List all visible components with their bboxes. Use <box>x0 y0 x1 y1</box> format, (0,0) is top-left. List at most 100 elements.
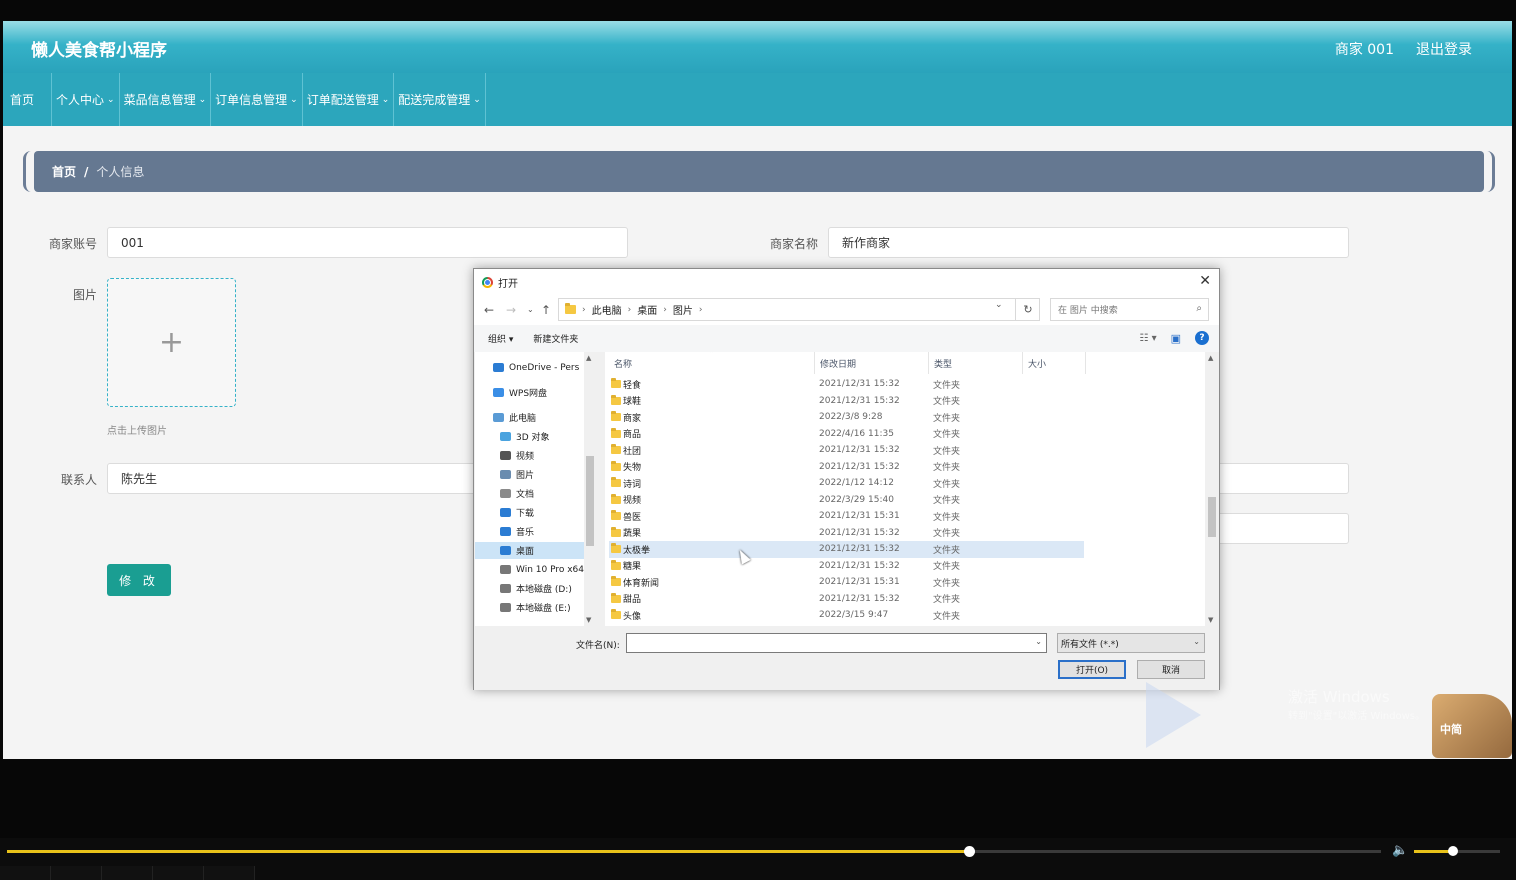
nav-item-label: 首页 <box>10 93 35 107</box>
edit-button[interactable]: 修 改 <box>107 564 171 596</box>
volume-slider[interactable] <box>1414 846 1500 856</box>
new-folder-button[interactable]: 新建文件夹 <box>533 332 578 345</box>
logout-link[interactable]: 退出登录 <box>1416 39 1472 59</box>
nav-pane-item[interactable]: 音乐 <box>475 523 584 540</box>
file-row[interactable]: 社团 2021/12/31 15:32 文件夹 <box>609 442 1084 459</box>
nav-item[interactable]: 配送完成管理 ⌄ <box>394 73 486 126</box>
nav-pane-label: 视频 <box>516 452 535 462</box>
column-type[interactable]: 类型 <box>934 352 952 374</box>
forward-arrow-icon[interactable]: → <box>506 303 516 317</box>
progress-handle[interactable] <box>963 846 975 857</box>
address-crumb[interactable]: 桌面 <box>637 302 657 317</box>
nav-item[interactable]: 个人中心 ⌄ <box>52 73 120 126</box>
folder-icon <box>611 460 621 471</box>
file-type: 文件夹 <box>933 496 961 507</box>
file-type: 文件夹 <box>933 595 961 606</box>
contact-label: 联系人 <box>60 473 97 487</box>
extra-field[interactable] <box>1213 513 1349 544</box>
address-dropdown-icon[interactable]: ⌄ <box>995 300 1003 310</box>
nav-pane-item[interactable]: WPS网盘 <box>475 384 584 401</box>
address-crumb[interactable]: 图片 <box>673 302 693 317</box>
refresh-icon[interactable]: ↻ <box>1015 298 1040 321</box>
nav-pane-item[interactable]: 下载 <box>475 504 584 521</box>
search-input[interactable]: 在 图片 中搜索 ⌕ <box>1050 298 1209 321</box>
organize-menu[interactable]: 组织 ▾ <box>488 332 513 345</box>
filename-input[interactable]: ⌄ <box>626 633 1047 653</box>
column-name[interactable]: 名称 <box>614 352 632 374</box>
dialog-toolbar: 组织 ▾ 新建文件夹 ☷ ▾ ▣ ? <box>474 325 1219 352</box>
folder-icon <box>611 559 621 570</box>
column-date[interactable]: 修改日期 <box>820 352 856 374</box>
shop-name-field[interactable]: 新作商家 <box>828 227 1349 258</box>
chevron-down-icon[interactable]: ⌄ <box>1035 637 1042 646</box>
address-bar[interactable]: › 此电脑 › 桌面 › 图片 › <box>558 298 1040 321</box>
file-name: 商品 <box>623 430 642 441</box>
file-row[interactable]: 太极拳 2021/12/31 15:32 文件夹 <box>609 541 1084 558</box>
progress-bar[interactable] <box>7 846 1381 857</box>
file-row[interactable]: 轻食 2021/12/31 15:32 文件夹 <box>609 376 1084 393</box>
volume-icon[interactable]: 🔈 <box>1392 843 1408 858</box>
file-date: 2021/12/31 15:31 <box>819 577 900 588</box>
nav-pane-item[interactable]: Win 10 Pro x64 <box>475 561 584 578</box>
nav-pane-item[interactable]: 本地磁盘 (E:) <box>475 599 584 616</box>
image-upload[interactable]: + <box>107 278 236 407</box>
close-icon[interactable]: ✕ <box>1199 273 1211 289</box>
nav-pane-item[interactable]: 文档 <box>475 485 584 502</box>
open-button[interactable]: 打开(O) <box>1058 660 1126 679</box>
nav-item[interactable]: 订单配送管理 ⌄ <box>303 73 395 126</box>
nav-pane-item[interactable]: 3D 对象 <box>475 428 584 445</box>
nav-pane-item[interactable]: OneDrive - Pers <box>475 359 584 376</box>
view-options-icon[interactable]: ☷ ▾ <box>1139 333 1156 344</box>
back-arrow-icon[interactable]: ← <box>484 303 494 317</box>
up-arrow-icon[interactable]: ↑ <box>541 303 551 317</box>
file-date: 2021/12/31 15:32 <box>819 379 900 390</box>
file-row[interactable]: 糖果 2021/12/31 15:32 文件夹 <box>609 558 1084 575</box>
navigation-scrollbar[interactable]: ▲ ▼ <box>584 352 596 626</box>
preview-pane-icon[interactable]: ▣ <box>1171 332 1181 345</box>
document-icon <box>500 489 511 498</box>
nav-pane-item[interactable]: 图片 <box>475 466 584 483</box>
user-label[interactable]: 商家 001 <box>1335 39 1394 59</box>
file-row[interactable]: 球鞋 2021/12/31 15:32 文件夹 <box>609 393 1084 410</box>
account-field[interactable]: 001 <box>107 227 628 258</box>
file-row[interactable]: 甜品 2021/12/31 15:32 文件夹 <box>609 591 1084 608</box>
file-list: 名称 修改日期 类型 大小 ⌃ 轻食 2021/12/31 15:32 文件夹 球鞋 2… <box>605 352 1205 626</box>
chevron-down-icon: ⌄ <box>107 94 115 105</box>
cloud-icon <box>493 363 504 372</box>
file-list-scrollbar[interactable]: ▲ ▼ <box>1205 352 1219 626</box>
file-row[interactable]: 商家 2022/3/8 9:28 文件夹 <box>609 409 1084 426</box>
column-size[interactable]: 大小 <box>1028 352 1046 374</box>
recent-chevron-icon[interactable]: ⌄ <box>527 305 534 314</box>
nav-item[interactable]: 首页 <box>3 73 52 126</box>
file-row[interactable]: 兽医 2021/12/31 15:31 文件夹 <box>609 508 1084 525</box>
chevron-down-icon: ⌄ <box>290 94 298 105</box>
help-icon[interactable]: ? <box>1195 331 1209 345</box>
address-crumb[interactable]: 此电脑 <box>592 302 622 317</box>
folder-icon <box>611 477 621 487</box>
breadcrumb-home[interactable]: 首页 <box>52 163 76 180</box>
play-overlay-icon <box>1146 682 1201 748</box>
dialog-titlebar: 打开 ✕ <box>474 269 1219 295</box>
video-icon <box>500 451 511 460</box>
nav-item[interactable]: 订单信息管理 ⌄ <box>211 73 303 126</box>
filetype-select[interactable]: 所有文件 (*.*) ⌄ <box>1057 633 1205 653</box>
file-row[interactable]: 诗词 2022/1/12 14:12 文件夹 <box>609 475 1084 492</box>
nav-pane-item[interactable]: 本地磁盘 (D:) <box>475 580 584 597</box>
file-row[interactable]: 蔬果 2021/12/31 15:32 文件夹 <box>609 525 1084 542</box>
dialog-title: 打开 <box>498 278 518 290</box>
folder-icon <box>611 394 621 405</box>
nav-item-label: 个人中心 <box>56 93 105 107</box>
file-type: 文件夹 <box>933 512 961 523</box>
file-row[interactable]: 失物 2021/12/31 15:32 文件夹 <box>609 459 1084 476</box>
volume-handle[interactable] <box>1447 846 1458 856</box>
nav-item[interactable]: 菜品信息管理 ⌄ <box>120 73 212 126</box>
file-row[interactable]: 视频 2022/3/29 15:40 文件夹 <box>609 492 1084 509</box>
drive-icon <box>500 584 511 593</box>
cancel-button[interactable]: 取消 <box>1137 660 1205 679</box>
nav-pane-item[interactable]: 桌面 <box>475 542 584 559</box>
file-row[interactable]: 头像 2022/3/15 9:47 文件夹 <box>609 607 1084 624</box>
file-row[interactable]: 体育新闻 2021/12/31 15:31 文件夹 <box>609 574 1084 591</box>
nav-pane-item[interactable]: 此电脑 <box>475 409 584 426</box>
nav-pane-item[interactable]: 视频 <box>475 447 584 464</box>
file-row[interactable]: 商品 2022/4/16 11:35 文件夹 <box>609 426 1084 443</box>
